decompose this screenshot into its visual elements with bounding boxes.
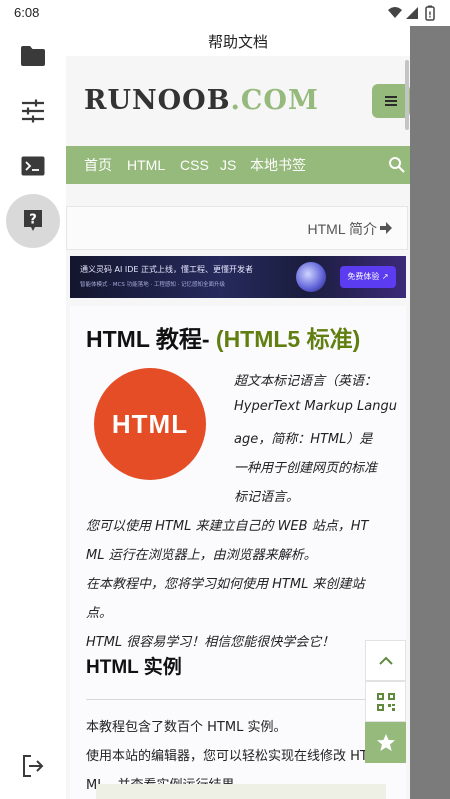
banner-graphic [296,262,326,292]
next-page-link[interactable]: HTML 简介 [308,219,377,239]
search-icon[interactable] [388,156,406,174]
star-icon [376,733,395,751]
terminal-icon [21,156,45,176]
note-box [96,784,386,799]
page-title-main: HTML 教程- [86,326,216,352]
site-logo[interactable]: RUNOOB.COM [84,85,319,116]
scroll-top-button[interactable] [365,640,406,681]
rail-terminal-button[interactable] [6,139,60,193]
nav-js[interactable]: JS [220,146,236,184]
intro-text-line: age，简称：HTML）是 [234,432,373,447]
body-text-line: HTML 很容易学习！相信您能很快学会它！ [86,635,335,650]
qr-code-button[interactable] [365,681,406,722]
nav-home[interactable]: 首页 [84,146,112,184]
chevron-up-icon [378,656,393,665]
folder-icon [21,46,45,66]
qr-code-icon [376,692,395,711]
nav-html[interactable]: HTML [127,146,165,184]
logo-suffix: .COM [230,85,319,116]
examples-heading: HTML 实例 [86,657,182,678]
intro-text-line: 标记语言。 [234,490,300,505]
rail-files-button[interactable] [6,29,60,83]
logout-icon [23,755,44,777]
site-nav: 首页 HTML CSS JS 本地书签 [66,146,410,184]
page-title-accent: (HTML5 标准) [215,326,361,352]
banner-headline: 通义灵码 AI IDE 正式上线，懂工程、更懂开发者 [80,265,254,274]
examples-text-line: 本教程包含了数百个 HTML 实例。 [86,720,287,735]
wifi-icon [388,7,402,18]
intro-text-line: HyperText Markup Langu [234,399,397,414]
body-text-line: ML 运行在浏览器上，由浏览器来解析。 [86,548,317,563]
web-content[interactable]: RUNOOB.COM 首页 HTML CSS JS 本地书签 HTML 简介 通… [66,56,410,799]
body-text-line: 在本教程中，您将学习如何使用 HTML 来创建站 [86,577,365,592]
arrow-right-icon [380,222,392,234]
rail-help-button[interactable]: ? [6,194,60,248]
site-header: RUNOOB.COM [66,56,410,146]
body-text-line: 您可以使用 HTML 来建立自己的 WEB 站点，HT [86,519,369,534]
logo-main: RUNOOB [84,85,231,116]
body-text-line: 点。 [86,606,113,621]
html-logo-image: HTML [94,368,206,480]
intro-text-line: 超文本标记语言（英语： [234,374,378,389]
svg-text:?: ? [29,213,37,228]
page-title: HTML 教程- (HTML5 标准) [86,320,360,354]
drawer-scrim[interactable] [410,26,450,799]
article: HTML 教程- (HTML5 标准) HTML 超文本标记语言（英语： Hyp… [70,306,406,799]
help-icon: ? [24,210,42,231]
hamburger-icon [385,96,397,106]
favorite-button[interactable] [365,722,406,763]
next-page-bar: HTML 简介 [66,206,408,250]
status-time: 6:08 [14,5,40,20]
svg-text:!: ! [428,11,432,20]
rail-logout-button[interactable] [6,739,60,793]
ad-banner[interactable]: 通义灵码 AI IDE 正式上线，懂工程、更懂开发者 智能体模式 · MCS 功… [70,256,406,298]
banner-cta-button[interactable]: 免费体验 ↗ [340,266,396,288]
html-logo-text: HTML [111,408,189,439]
nav-bookmarks[interactable]: 本地书签 [250,146,306,184]
scrollbar-thumb[interactable] [405,60,409,130]
signal-icon [406,7,418,19]
examples-text-line: 使用本站的编辑器，您可以轻松实现在线修改 HT [86,749,368,764]
nav-css[interactable]: CSS [180,146,209,184]
system-icons: ! [388,5,435,21]
section-divider [86,699,396,700]
sliders-icon [22,99,44,123]
app-title: 帮助文档 [66,26,410,56]
navigation-rail: ? [0,26,66,799]
intro-text-line: 一种用于创建网页的标准 [234,461,378,476]
rail-settings-button[interactable] [6,84,60,138]
status-bar: 6:08 ! [0,0,450,26]
banner-subline: 智能体模式 · MCS 功能落地 · 工程感知 · 记忆感知全面升级 [80,282,226,288]
